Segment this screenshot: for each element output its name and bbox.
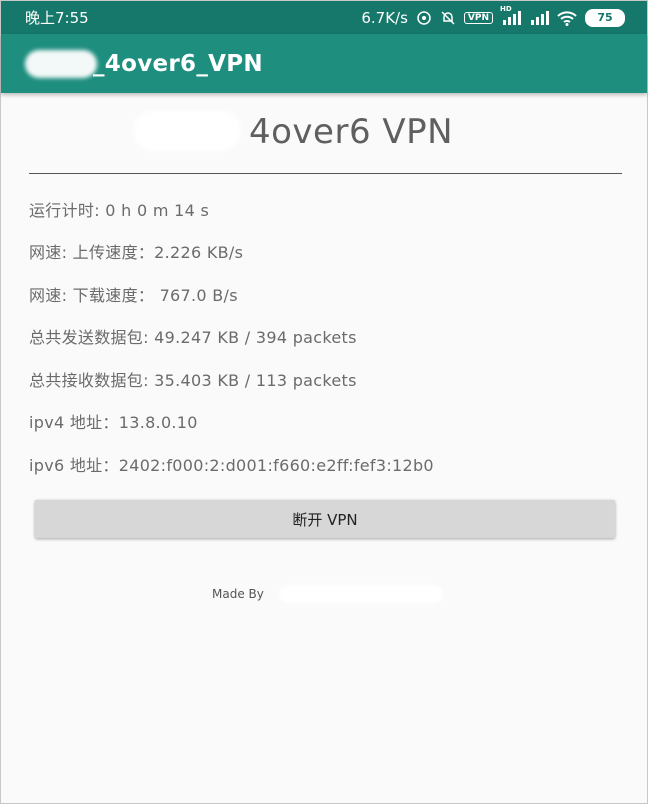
status-bar: 晚上7:55 6.7K/s VPN HD 75 bbox=[1, 1, 647, 34]
hd-label: HD bbox=[500, 4, 512, 13]
received-packets-label: 总共接收数据包: 35.403 KB / 113 packets bbox=[29, 371, 357, 390]
disconnect-vpn-button[interactable]: 断开 VPN bbox=[35, 500, 615, 538]
signal-icon: HD bbox=[500, 5, 521, 25]
uptime-label: 运行计时: 0 h 0 m 14 s bbox=[29, 201, 210, 220]
ipv6-address-label: ipv6 地址：2402:f000:2:d001:f660:e2ff:fef3:… bbox=[29, 456, 434, 475]
net-speed: 6.7K/s bbox=[361, 8, 408, 27]
footer-credit: Made By bbox=[212, 587, 264, 601]
redacted-author bbox=[279, 585, 443, 603]
app-title: _4over6_VPN bbox=[93, 51, 263, 77]
sent-packets-label: 总共发送数据包: 49.247 KB / 394 packets bbox=[29, 328, 357, 347]
redacted-title-prefix bbox=[25, 50, 97, 78]
download-speed-label: 网速: 下载速度： 767.0 B/s bbox=[29, 286, 238, 305]
divider bbox=[29, 173, 622, 174]
page-title: 4over6 VPN bbox=[249, 112, 454, 152]
wifi-icon bbox=[557, 10, 577, 26]
mute-bell-icon bbox=[440, 10, 456, 26]
battery-icon: 75 bbox=[585, 8, 625, 27]
redacted-heading-prefix bbox=[133, 111, 241, 151]
signal-icon bbox=[529, 10, 549, 25]
status-icons: 6.7K/s VPN HD 75 bbox=[361, 5, 625, 27]
app-bar: _4over6_VPN bbox=[1, 34, 647, 93]
ipv4-address-label: ipv4 地址：13.8.0.10 bbox=[29, 413, 198, 432]
upload-speed-label: 网速: 上传速度：2.226 KB/s bbox=[29, 243, 244, 262]
hotspot-icon bbox=[416, 10, 432, 26]
status-time: 晚上7:55 bbox=[25, 9, 89, 27]
vpn-icon: VPN bbox=[463, 11, 493, 24]
